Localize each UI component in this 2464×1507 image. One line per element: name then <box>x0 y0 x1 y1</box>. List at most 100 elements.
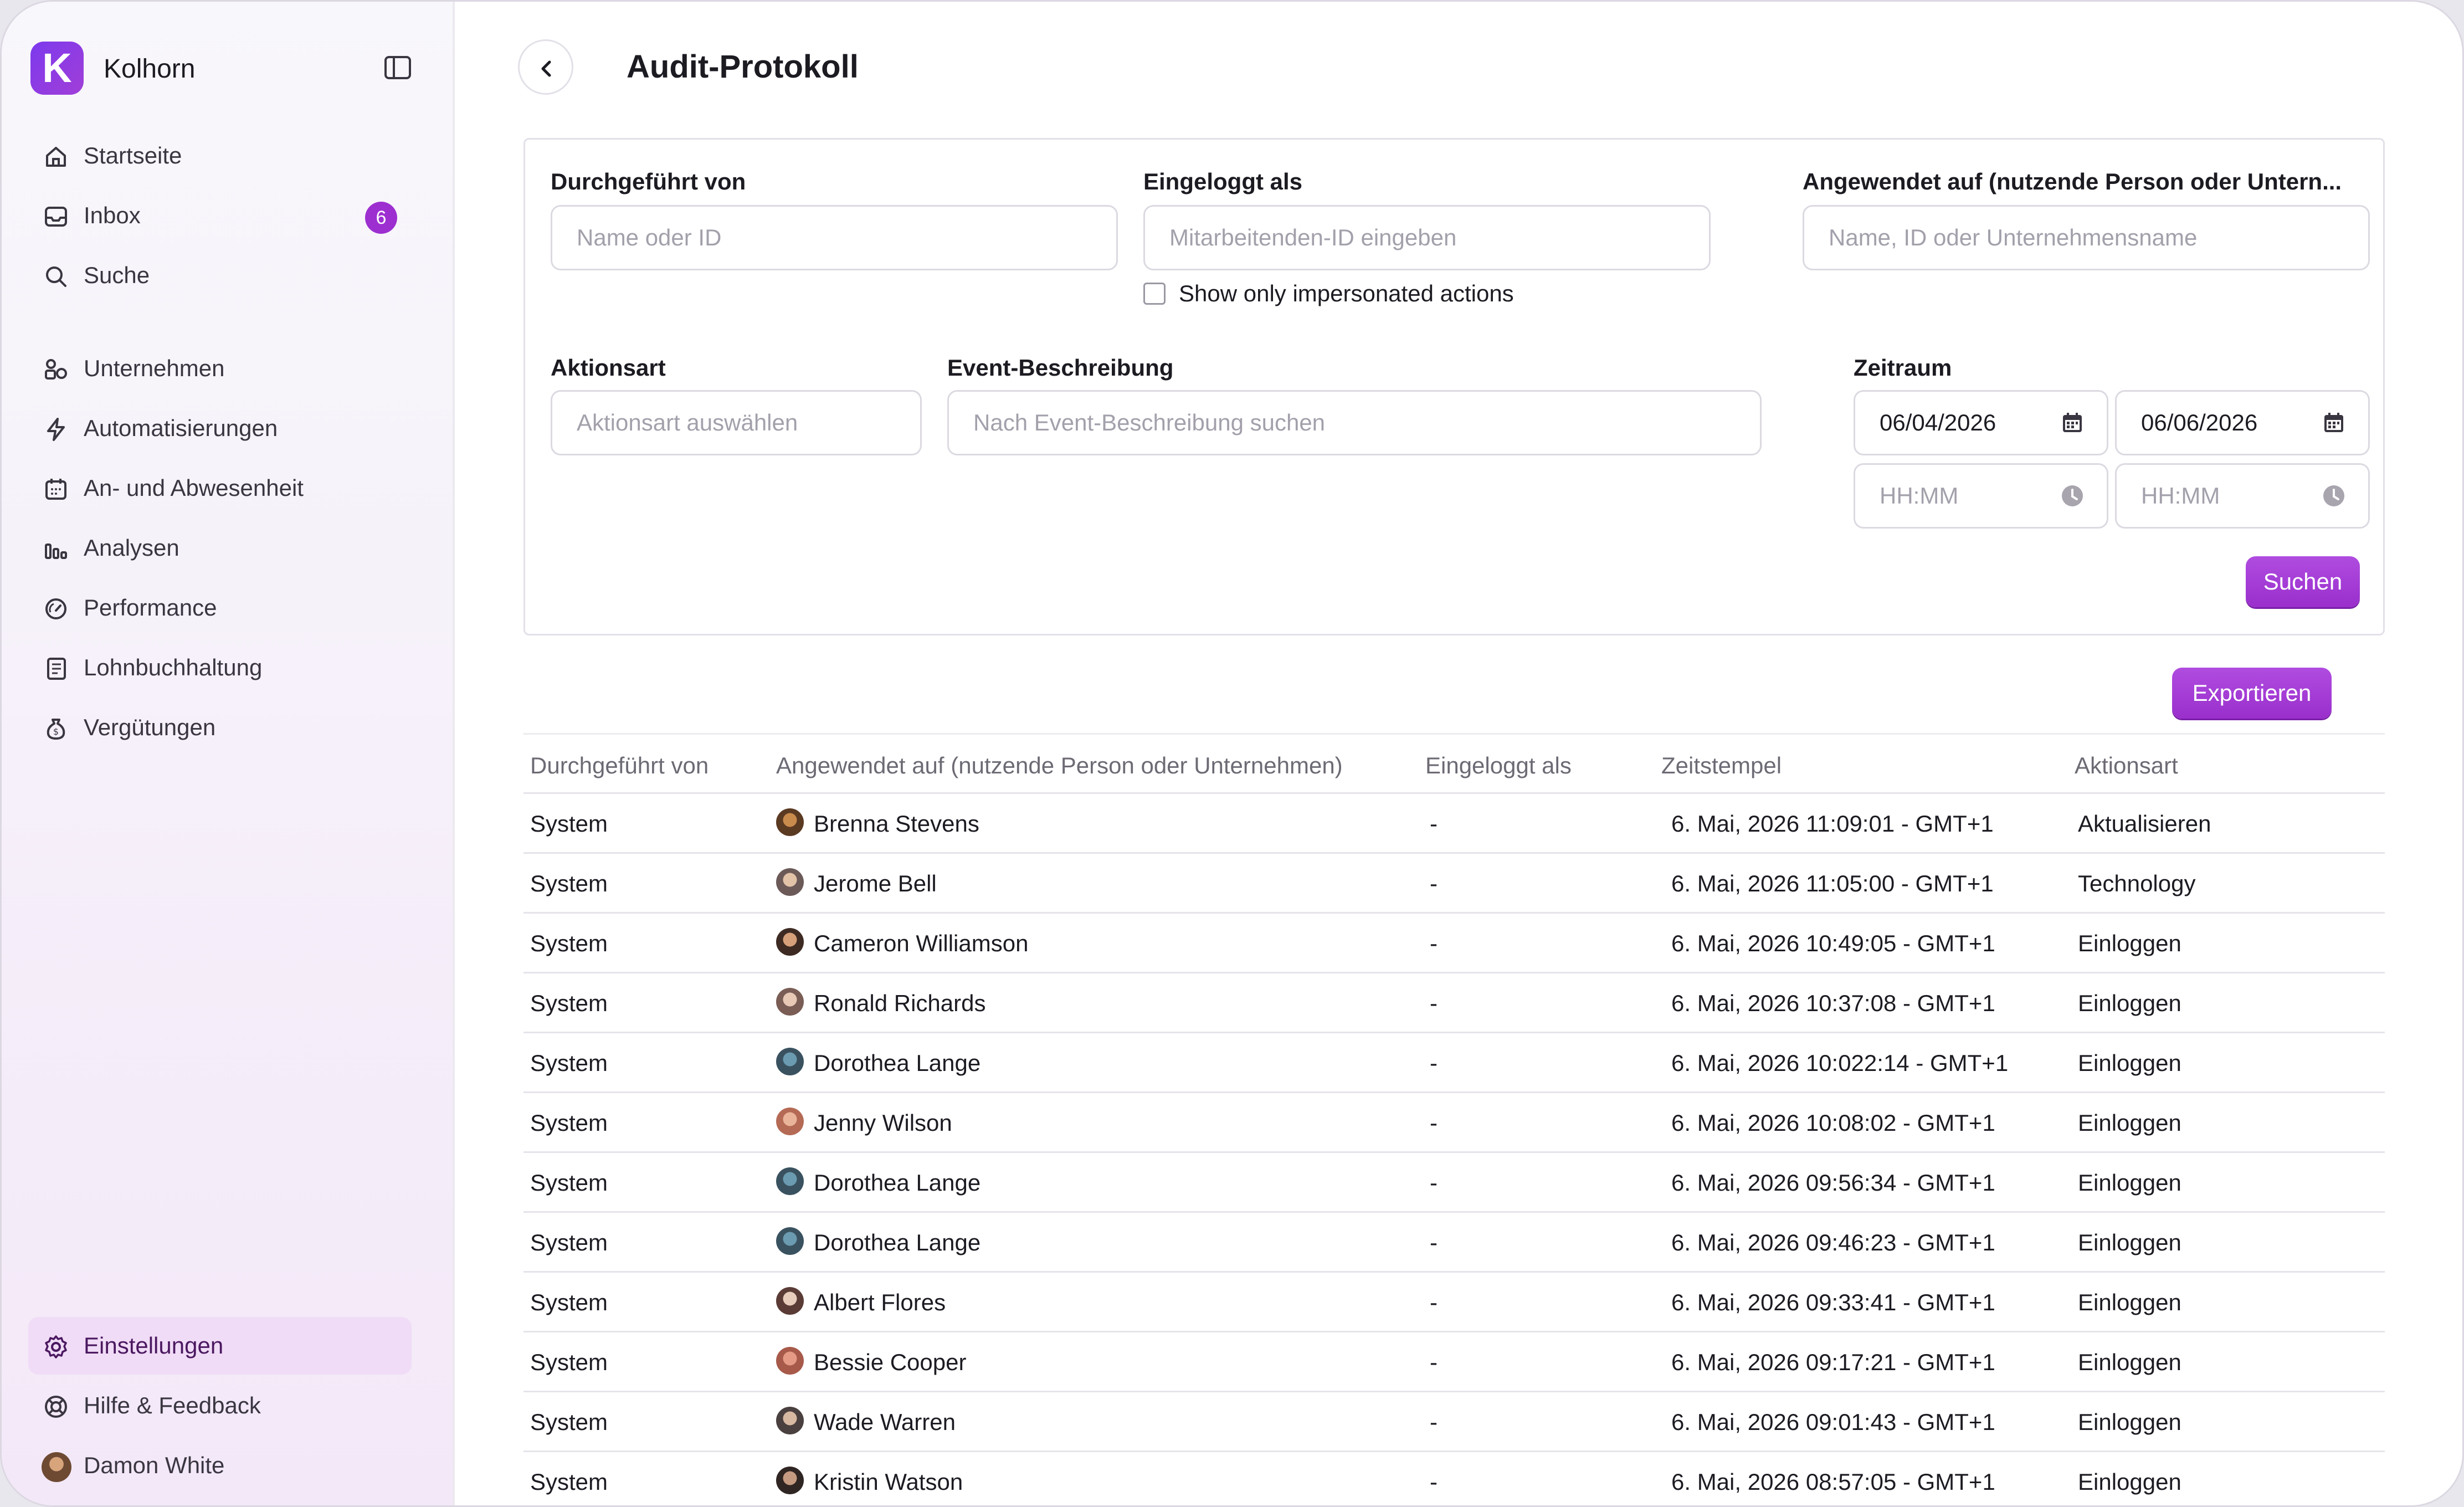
table-row[interactable]: System Dorothea Lange - 6. Mai, 2026 10:022… <box>523 1033 2385 1093</box>
table-row[interactable]: System Wade Warren - 6. Mai, 2026 09:01:43 … <box>523 1392 2385 1452</box>
logged-in-as-input[interactable]: Mitarbeitenden-ID eingeben <box>1143 205 1711 270</box>
period-label: Zeitraum <box>1854 355 1952 381</box>
sidebar-item-abwesenheit[interactable]: An- und Abwesenheit <box>28 459 412 517</box>
table-row[interactable]: System Jenny Wilson - 6. Mai, 2026 10:08:02… <box>523 1093 2385 1153</box>
cell-performed-by: System <box>530 930 608 956</box>
cell-timestamp: 6. Mai, 2026 10:49:05 - GMT+1 <box>1671 930 1995 956</box>
time-from-input[interactable]: HH:MM <box>1854 463 2108 529</box>
cell-timestamp: 6. Mai, 2026 10:08:02 - GMT+1 <box>1671 1110 1995 1136</box>
column-header-action-type[interactable]: Aktionsart <box>2075 752 2178 779</box>
table-row[interactable]: System Kristin Watson - 6. Mai, 2026 08:57:… <box>523 1452 2385 1505</box>
avatar <box>776 1407 804 1434</box>
export-button[interactable]: Exportieren <box>2172 668 2332 719</box>
impersonated-checkbox[interactable] <box>1143 283 1166 305</box>
sidebar: K Kolhorn Startseite Inbox 6 Suche Unter… <box>2 2 455 1505</box>
gear-icon <box>45 1335 67 1359</box>
performed-by-input[interactable]: Name oder ID <box>551 205 1118 270</box>
cell-performed-by: System <box>530 1349 608 1375</box>
sidebar-item-automatisierungen[interactable]: Automatisierungen <box>28 399 412 457</box>
action-type-select[interactable]: Aktionsart auswählen <box>551 390 922 455</box>
sidebar-item-label: Startseite <box>84 142 182 168</box>
table-row[interactable]: System Jerome Bell - 6. Mai, 2026 11:05:00 … <box>523 854 2385 914</box>
cell-timestamp: 6. Mai, 2026 11:09:01 - GMT+1 <box>1671 811 1994 837</box>
back-button[interactable] <box>518 39 573 95</box>
sidebar-item-label: Hilfe & Feedback <box>84 1392 261 1418</box>
avatar <box>776 988 804 1016</box>
sidebar-user-profile[interactable]: Damon White <box>28 1437 412 1494</box>
page-title: Audit-Protokoll <box>627 49 859 85</box>
sidebar-item-startseite[interactable]: Startseite <box>28 127 412 184</box>
clock-icon <box>2323 485 2344 506</box>
date-to-input[interactable]: 06/06/2026 <box>2115 390 2370 455</box>
time-from-placeholder: HH:MM <box>1880 483 1959 509</box>
sidebar-item-label: Unternehmen <box>84 355 225 381</box>
cell-performed-by: System <box>530 1409 608 1435</box>
sidebar-item-inbox[interactable]: Inbox 6 <box>28 187 412 244</box>
sidebar-item-hilfe[interactable]: Hilfe & Feedback <box>28 1377 412 1434</box>
avatar <box>776 1108 804 1135</box>
table-row[interactable]: System Dorothea Lange - 6. Mai, 2026 09:46:… <box>523 1213 2385 1273</box>
calendar-icon <box>45 479 66 500</box>
date-from-input[interactable]: 06/04/2026 <box>1854 390 2108 455</box>
sidebar-item-analysen[interactable]: Analysen <box>28 519 412 577</box>
column-header-applied-to[interactable]: Angewendet auf (nutzende Person oder Unt… <box>776 752 1343 779</box>
search-button[interactable]: Suchen <box>2246 556 2360 607</box>
sidebar-toggle-icon[interactable] <box>384 55 412 80</box>
avatar <box>776 1287 804 1315</box>
column-header-timestamp[interactable]: Zeitstempel <box>1661 752 1782 779</box>
cell-performed-by: System <box>530 1289 608 1315</box>
time-to-placeholder: HH:MM <box>2141 483 2220 509</box>
avatar <box>776 1227 804 1255</box>
cell-timestamp: 6. Mai, 2026 10:022:14 - GMT+1 <box>1671 1050 2009 1076</box>
cell-action-type: Einloggen <box>2078 1110 2181 1136</box>
applied-to-input[interactable]: Name, ID oder Unternehmensname <box>1803 205 2370 270</box>
sidebar-item-performance[interactable]: Performance <box>28 579 412 637</box>
table-row[interactable]: System Cameron Williamson - 6. Mai, 2026 10… <box>523 914 2385 973</box>
table-row[interactable]: System Ronald Richards - 6. Mai, 2026 10:37… <box>523 973 2385 1033</box>
table-row[interactable]: System Bessie Cooper - 6. Mai, 2026 09:17:2… <box>523 1332 2385 1392</box>
cell-logged-in-as: - <box>1430 811 1438 837</box>
cell-applied-to: Dorothea Lange <box>814 1229 981 1255</box>
cell-performed-by: System <box>530 990 608 1016</box>
cell-applied-to: Kristin Watson <box>814 1469 963 1495</box>
cell-applied-to: Dorothea Lange <box>814 1050 981 1076</box>
cell-logged-in-as: - <box>1430 1289 1438 1315</box>
cell-applied-to: Brenna Stevens <box>814 811 979 837</box>
cell-applied-to: Bessie Cooper <box>814 1349 967 1375</box>
calendar-icon[interactable] <box>2060 411 2085 435</box>
sidebar-item-suche[interactable]: Suche <box>28 247 412 304</box>
cell-timestamp: 6. Mai, 2026 09:46:23 - GMT+1 <box>1671 1229 1995 1255</box>
column-header-logged-in-as[interactable]: Eingeloggt als <box>1425 752 1572 779</box>
cell-performed-by: System <box>530 1050 608 1076</box>
cell-applied-to: Jerome Bell <box>814 870 937 896</box>
filter-panel: Durchgeführt von Name oder ID Eingeloggt… <box>523 138 2385 635</box>
app-logo: K <box>30 42 84 95</box>
cell-logged-in-as: - <box>1430 1050 1438 1076</box>
sidebar-item-lohnbuchhaltung[interactable]: Lohnbuchhaltung <box>28 639 412 696</box>
sidebar-item-unternehmen[interactable]: Unternehmen <box>28 340 412 397</box>
sidebar-item-verguetungen[interactable]: $ Vergütungen <box>28 699 412 756</box>
cell-timestamp: 6. Mai, 2026 09:56:34 - GMT+1 <box>1671 1170 1995 1196</box>
cell-applied-to: Wade Warren <box>814 1409 956 1435</box>
table-row[interactable]: System Brenna Stevens - 6. Mai, 2026 11:09:… <box>523 794 2385 854</box>
cell-logged-in-as: - <box>1430 1409 1438 1435</box>
brand: K Kolhorn <box>30 40 418 96</box>
table-row[interactable]: System Albert Flores - 6. Mai, 2026 09:33:4… <box>523 1273 2385 1332</box>
calendar-icon[interactable] <box>2322 411 2346 435</box>
cell-timestamp: 6. Mai, 2026 08:57:05 - GMT+1 <box>1671 1469 1995 1495</box>
main-content: Audit-Protokoll Durchgeführt von Name od… <box>457 2 2462 1505</box>
cell-action-type: Einloggen <box>2078 930 2181 956</box>
chevron-left-icon <box>541 60 551 77</box>
sidebar-item-label: Analysen <box>84 535 179 561</box>
impersonated-checkbox-label: Show only impersonated actions <box>1179 280 1514 306</box>
table-header: Durchgeführt von Angewendet auf (nutzend… <box>523 733 2385 794</box>
column-header-performed-by[interactable]: Durchgeführt von <box>530 752 709 779</box>
cell-performed-by: System <box>530 811 608 837</box>
cell-action-type: Einloggen <box>2078 1289 2181 1315</box>
sidebar-item-einstellungen[interactable]: Einstellungen <box>28 1317 412 1375</box>
time-to-input[interactable]: HH:MM <box>2115 463 2370 529</box>
avatar <box>776 868 804 896</box>
event-description-input[interactable]: Nach Event-Beschreibung suchen <box>947 390 1762 455</box>
cell-action-type: Einloggen <box>2078 1229 2181 1255</box>
table-row[interactable]: System Dorothea Lange - 6. Mai, 2026 09:56:… <box>523 1153 2385 1213</box>
